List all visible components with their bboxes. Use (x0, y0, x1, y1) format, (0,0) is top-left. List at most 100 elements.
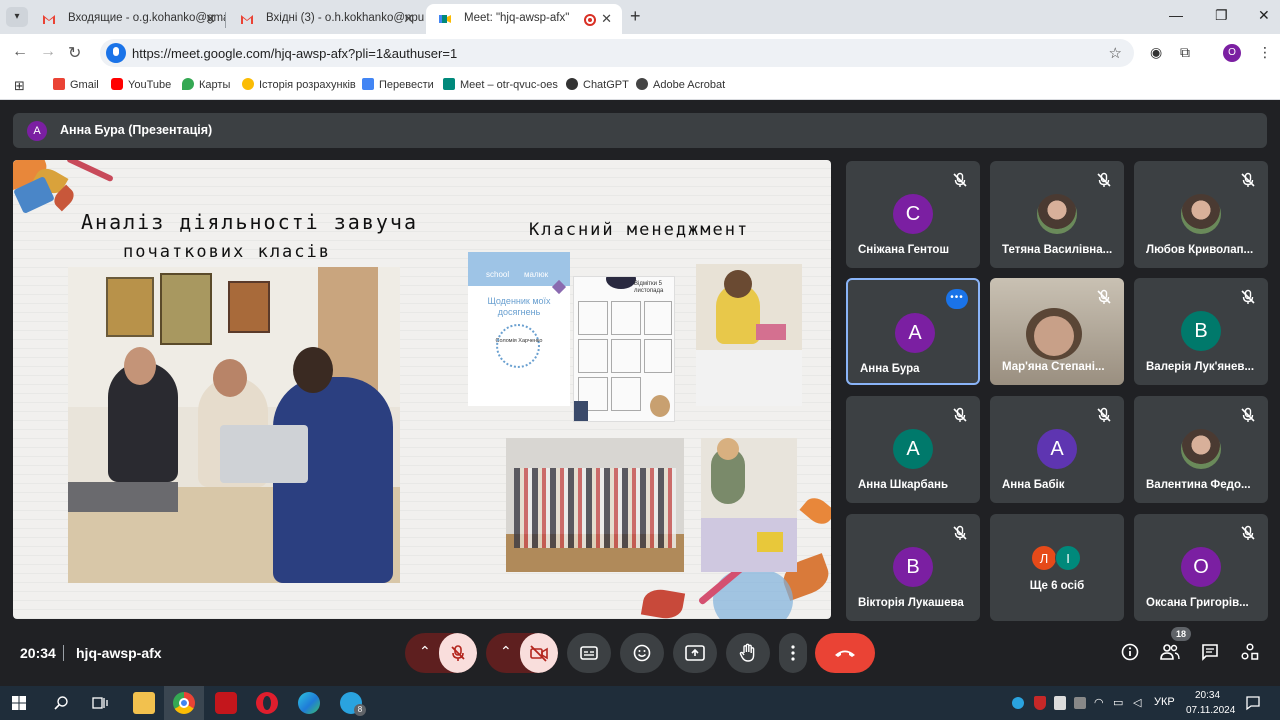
bookmark-star-icon[interactable]: ☆ (1109, 44, 1122, 62)
mic-off-icon (953, 407, 967, 422)
minimize-icon[interactable]: — (1169, 7, 1183, 23)
input-language[interactable]: УКР (1154, 696, 1175, 708)
telegram-tray-icon[interactable] (1012, 697, 1024, 709)
device-tray-icon[interactable] (1074, 697, 1086, 709)
wifi-icon[interactable]: ◠ (1094, 696, 1104, 709)
tile-options-icon[interactable]: ••• (946, 289, 968, 309)
participant-tile[interactable]: А Анна Бабік (990, 396, 1124, 503)
camera-control[interactable]: ⌃ (486, 633, 558, 673)
more-participants-tile[interactable]: Л І Ще 6 осіб (990, 514, 1124, 621)
captions-button[interactable] (567, 633, 611, 673)
people-icon[interactable] (1160, 643, 1180, 661)
raise-hand-button[interactable] (726, 633, 770, 673)
edge-icon[interactable] (298, 692, 320, 714)
slide-title-right: Класний менеджмент (529, 220, 750, 240)
chrome-icon[interactable] (173, 692, 195, 714)
browser-tab-3[interactable]: Meet: "hjq-awsp-afx" ✕ (426, 4, 622, 34)
participant-tile[interactable]: Валентина Федо... (1134, 396, 1268, 503)
tab-search-button[interactable]: ▾ (6, 7, 28, 27)
maps-pin-icon (182, 78, 194, 90)
bookmark-youtube[interactable]: YouTube (111, 78, 171, 91)
mic-off-icon (1097, 289, 1111, 304)
bookmark-gmail[interactable]: Gmail (53, 78, 99, 91)
leaf-decoration (640, 586, 686, 619)
close-tab-icon[interactable]: ✕ (403, 11, 414, 27)
emoji-icon (633, 644, 651, 662)
participant-avatar: В (893, 547, 933, 587)
participant-tile[interactable]: А ••• Анна Бура (846, 278, 980, 385)
participant-tile[interactable]: А Анна Шкарбань (846, 396, 980, 503)
new-tab-button[interactable]: + (630, 6, 641, 27)
bookmarks-bar: ⊞ Gmail YouTube Карты Історія розрахункі… (0, 72, 1280, 100)
bookmark-meet[interactable]: Meet – otr-qvuc-oes (443, 78, 558, 91)
slide-title: Аналіз діяльності завуча (81, 210, 418, 234)
url-text[interactable]: https://meet.google.com/hjq-awsp-afx?pli… (132, 46, 457, 61)
extension-icon[interactable]: ◉ (1150, 44, 1162, 61)
participant-tile[interactable]: С Сніжана Гентош (846, 161, 980, 268)
bookmark-maps[interactable]: Карты (182, 78, 230, 91)
participant-tile[interactable]: В Вікторія Лукашева (846, 514, 980, 621)
file-explorer-icon[interactable] (133, 692, 155, 714)
participant-tile[interactable]: О Оксана Григорів... (1134, 514, 1268, 621)
audio-options-chevron-icon[interactable]: ⌃ (419, 643, 431, 660)
notifications-icon[interactable] (1245, 695, 1261, 711)
bookmark-adobe-acrobat[interactable]: Adobe Acrobat (636, 78, 725, 91)
participant-tile[interactable]: Любов Криволап... (1134, 161, 1268, 268)
close-tab-icon[interactable]: ✕ (205, 11, 216, 27)
microphone-icon[interactable] (106, 43, 126, 63)
browser-menu-icon[interactable]: ⋮ (1258, 44, 1272, 61)
camera-off-button[interactable] (520, 633, 558, 673)
mic-off-button[interactable] (439, 633, 477, 673)
bookmark-payment-history[interactable]: Історія розрахунків (242, 78, 356, 91)
meeting-info-icon[interactable] (1121, 643, 1139, 661)
battery-icon[interactable]: ▭ (1113, 696, 1123, 709)
microphone-control[interactable]: ⌃ (405, 633, 477, 673)
teachers-meeting-photo (68, 267, 400, 583)
close-window-icon[interactable]: ✕ (1258, 7, 1270, 24)
participant-tile[interactable]: В Валерія Лук'янев... (1134, 278, 1268, 385)
windows-start-icon[interactable] (12, 696, 26, 710)
taskbar-date[interactable]: 07.11.2024 (1186, 705, 1235, 716)
usb-tray-icon[interactable] (1054, 696, 1066, 710)
video-options-chevron-icon[interactable]: ⌃ (500, 643, 512, 660)
volume-icon[interactable]: ◁ (1133, 696, 1141, 709)
mic-off-icon (1241, 172, 1255, 187)
mic-off-icon (1097, 172, 1111, 187)
chat-icon[interactable] (1201, 643, 1219, 661)
tab-title: Входящие - o.g.kohanko@gma (68, 12, 226, 24)
maximize-icon[interactable]: ❐ (1215, 7, 1228, 24)
back-icon[interactable]: ← (12, 43, 28, 61)
opera-icon[interactable] (256, 692, 278, 714)
participant-tile[interactable]: Мар'яна Степані... (990, 278, 1124, 385)
acrobat-icon[interactable] (215, 692, 237, 714)
participant-name: Анна Бабік (1002, 479, 1065, 491)
task-view-icon[interactable] (92, 695, 108, 711)
mic-off-icon (1241, 289, 1255, 304)
extensions-puzzle-icon[interactable]: ⧉ (1180, 44, 1190, 61)
mic-off-icon (1241, 525, 1255, 540)
search-icon[interactable] (53, 695, 69, 711)
reactions-button[interactable] (620, 633, 664, 673)
browser-tab-1[interactable]: Входящие - o.g.kohanko@gma ✕ (30, 4, 226, 34)
taskbar-time[interactable]: 20:34 (1195, 690, 1220, 701)
presentation-header: А Анна Бура (Презентація) (13, 113, 1267, 148)
url-field[interactable]: https://meet.google.com/hjq-awsp-afx?pli… (100, 39, 1134, 67)
forward-icon[interactable]: → (40, 43, 56, 61)
antivirus-tray-icon[interactable] (1034, 696, 1046, 710)
bookmark-chatgpt[interactable]: ChatGPT (566, 78, 629, 91)
pencil-decoration (66, 160, 114, 183)
apps-grid-icon[interactable]: ⊞ (14, 78, 25, 94)
activities-icon[interactable] (1241, 643, 1259, 661)
telegram-icon[interactable]: 8 (340, 692, 366, 716)
close-tab-icon[interactable]: ✕ (601, 11, 612, 27)
browser-tab-2[interactable]: Вхідні (3) - o.h.kokhanko@npu ✕ (228, 4, 424, 34)
reload-icon[interactable]: ↻ (68, 43, 81, 63)
profile-avatar[interactable]: O (1223, 44, 1241, 62)
leave-call-button[interactable] (815, 633, 875, 673)
telegram-unread-badge: 8 (354, 704, 366, 716)
more-options-button[interactable] (779, 633, 807, 673)
participant-tile[interactable]: Тетяна Василівна... (990, 161, 1124, 268)
meet-icon (443, 78, 455, 90)
bookmark-translate[interactable]: Перевести (362, 78, 434, 91)
present-screen-button[interactable] (673, 633, 717, 673)
